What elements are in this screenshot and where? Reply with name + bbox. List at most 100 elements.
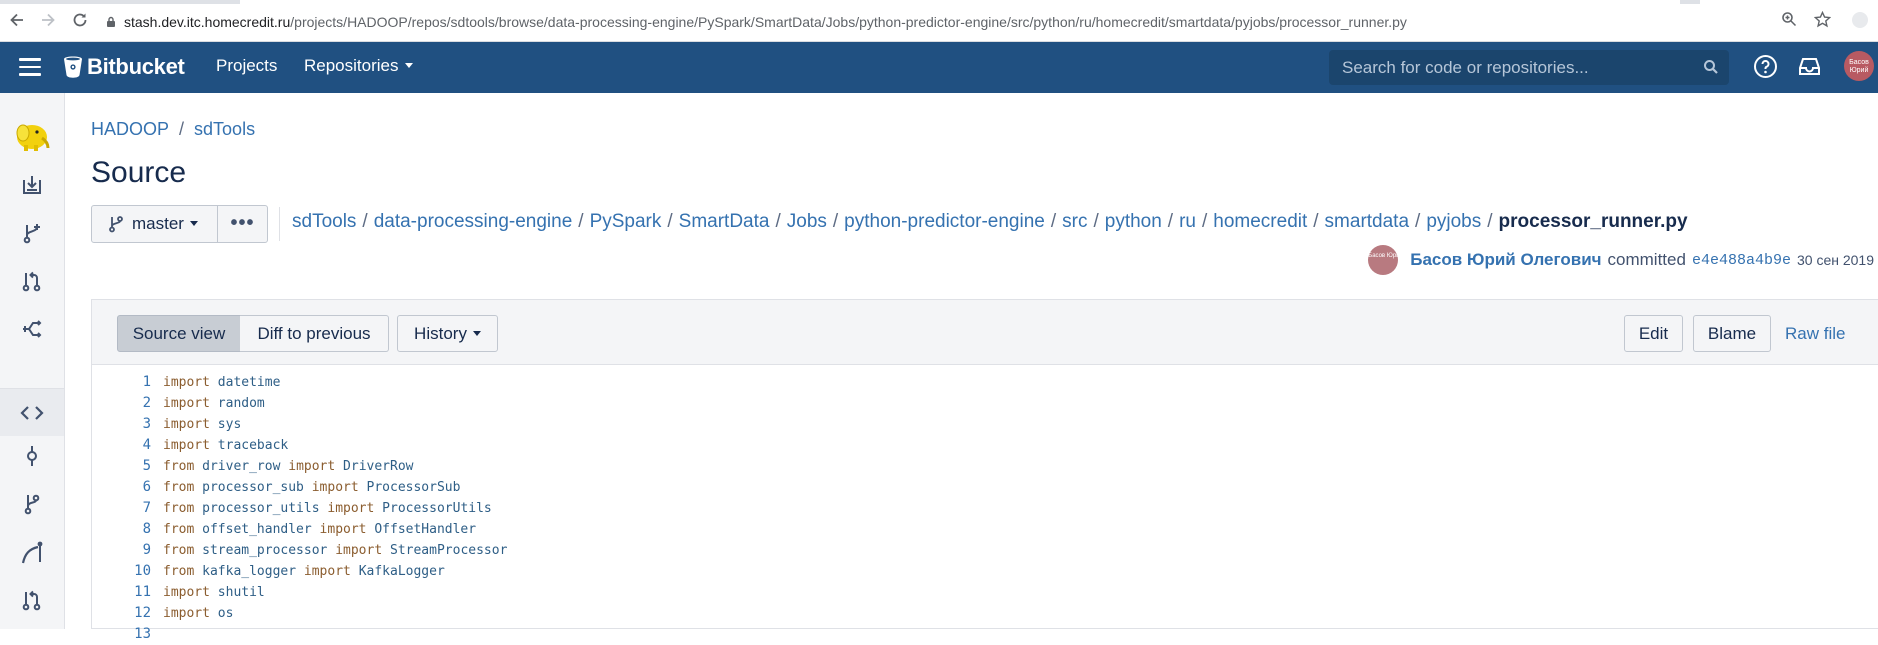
current-file-name: processor_runner.py [1498, 211, 1688, 232]
line-number[interactable]: 13 [92, 624, 157, 645]
line-number[interactable]: 2 [92, 393, 157, 414]
path-segment[interactable]: ru [1179, 211, 1196, 232]
commit-author-avatar[interactable]: Басов Юрий [1368, 245, 1403, 275]
bookmark-star-icon[interactable] [1812, 10, 1832, 31]
line-number[interactable]: 4 [92, 435, 157, 456]
path-segment[interactable]: SmartData [679, 211, 770, 232]
help-icon[interactable] [1753, 54, 1778, 79]
breadcrumb-repo[interactable]: sdTools [194, 119, 255, 139]
more-actions-button[interactable]: ••• [217, 205, 268, 243]
create-pull-request-icon[interactable] [0, 261, 64, 301]
user-avatar[interactable]: Басов Юрий [1844, 51, 1874, 81]
back-icon[interactable] [7, 11, 27, 31]
line-number[interactable]: 6 [92, 477, 157, 498]
line-number[interactable]: 1 [92, 372, 157, 393]
nav-projects[interactable]: Projects [216, 56, 277, 76]
edit-button[interactable]: Edit [1624, 315, 1683, 352]
module-name: os [217, 606, 234, 621]
keyword: from [163, 480, 195, 495]
path-separator: / [1201, 211, 1208, 232]
inbox-icon[interactable] [1797, 54, 1822, 79]
line-number[interactable]: 7 [92, 498, 157, 519]
commits-icon[interactable] [0, 436, 64, 476]
nav-repositories[interactable]: Repositories [304, 56, 413, 76]
path-segment[interactable]: python-predictor-engine [844, 211, 1045, 232]
chevron-down-icon [189, 220, 198, 226]
code-line: 10 from kafka_logger import KafkaLogger [92, 561, 1878, 582]
path-separator: / [775, 211, 781, 232]
lock-icon[interactable] [106, 16, 116, 27]
menu-icon[interactable] [19, 58, 41, 76]
fork-icon[interactable] [0, 309, 64, 349]
path-segment[interactable]: Jobs [787, 211, 827, 232]
module-name: processor_utils [202, 501, 320, 516]
project-avatar-icon[interactable] [0, 110, 64, 162]
code-text: from stream_processor import StreamProce… [157, 540, 507, 561]
path-segment[interactable]: homecredit [1213, 211, 1307, 232]
code-text: import random [157, 393, 265, 414]
breadcrumb: HADOOP / sdTools [91, 119, 255, 140]
url-host: stash.dev.itc.homecredit.ru [124, 14, 291, 30]
line-number[interactable]: 8 [92, 519, 157, 540]
breadcrumb-project[interactable]: HADOOP [91, 119, 169, 139]
keyword: import [335, 543, 383, 558]
source-icon[interactable] [0, 389, 64, 436]
path-segment[interactable]: src [1062, 211, 1087, 232]
sidebar [0, 93, 65, 629]
line-number[interactable]: 5 [92, 456, 157, 477]
graph-icon[interactable] [0, 532, 64, 572]
module-name: random [217, 396, 265, 411]
clone-icon[interactable] [0, 165, 64, 205]
inactive-tab[interactable] [1700, 0, 1878, 4]
line-number[interactable]: 12 [92, 603, 157, 624]
app-header: Bitbucket Projects Repositories Басов Юр… [0, 42, 1878, 93]
path-segment[interactable]: smartdata [1325, 211, 1409, 232]
branch-name: master [132, 214, 184, 233]
imported-name: ProcessorSub [366, 480, 461, 495]
commit-author[interactable]: Басов Юрий Олегович [1410, 250, 1601, 270]
branch-selector[interactable]: master [91, 205, 218, 243]
path-segment[interactable]: sdTools [292, 211, 356, 232]
raw-file-link[interactable]: Raw file [1785, 315, 1845, 352]
imported-name: OffsetHandler [374, 522, 477, 537]
active-tab[interactable] [240, 0, 1680, 4]
commit-hash-link[interactable]: e4e488a4b9e [1692, 252, 1791, 269]
pull-requests-icon[interactable] [0, 580, 64, 620]
search-input[interactable] [1329, 50, 1729, 85]
line-number[interactable]: 9 [92, 540, 157, 561]
diff-to-previous-button[interactable]: Diff to previous [240, 315, 389, 352]
branches-icon[interactable] [0, 484, 64, 524]
keyword: import [303, 564, 351, 579]
profile-icon[interactable] [1850, 11, 1870, 31]
search-icon[interactable] [1703, 59, 1719, 75]
forward-icon[interactable] [38, 11, 58, 31]
file-toolbar: Source view Diff to previous History Edi… [92, 300, 1878, 365]
reload-icon[interactable] [70, 11, 90, 31]
search-box[interactable] [1329, 50, 1729, 85]
code-line: 3 import sys [92, 414, 1878, 435]
zoom-icon[interactable] [1779, 11, 1799, 31]
blame-button[interactable]: Blame [1693, 315, 1771, 352]
path-segment[interactable]: data-processing-engine [374, 211, 573, 232]
line-number[interactable]: 10 [92, 561, 157, 582]
path-segment[interactable]: pyjobs [1426, 211, 1481, 232]
code-line: 7 from processor_utils import ProcessorUt… [92, 498, 1878, 519]
address-bar[interactable]: stash.dev.itc.homecredit.ru/projects/HAD… [124, 11, 1407, 33]
module-name: sys [217, 417, 242, 432]
line-number[interactable]: 3 [92, 414, 157, 435]
keyword: from [163, 459, 195, 474]
nav-repositories-label: Repositories [304, 56, 399, 75]
path-separator: / [667, 211, 673, 232]
url-path: /projects/HADOOP/repos/sdtools/browse/da… [290, 14, 1407, 30]
toolbar-divider [279, 207, 280, 241]
source-view-button[interactable]: Source view [117, 315, 241, 352]
chevron-down-icon [404, 63, 413, 69]
history-button[interactable]: History [397, 315, 498, 352]
code-view[interactable]: 1 import datetime 2 import random 3 import … [92, 365, 1878, 645]
code-line: 13 [92, 624, 1878, 645]
path-segment[interactable]: python [1105, 211, 1162, 232]
line-number[interactable]: 11 [92, 582, 157, 603]
path-segment[interactable]: PySpark [590, 211, 662, 232]
create-branch-icon[interactable] [0, 213, 64, 253]
bitbucket-logo[interactable]: Bitbucket [63, 54, 185, 80]
